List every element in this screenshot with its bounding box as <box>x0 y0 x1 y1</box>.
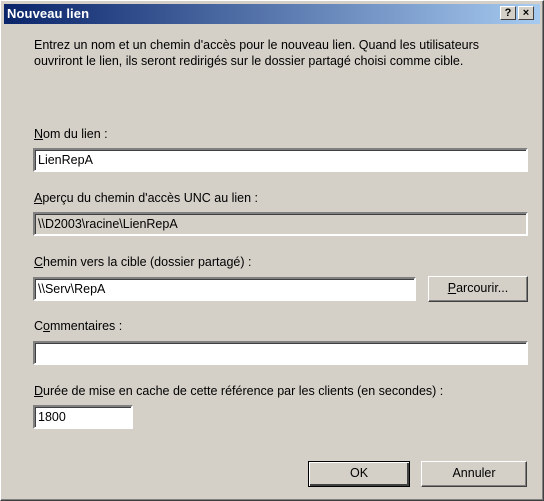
target-path-label-accel: C <box>34 255 44 269</box>
browse-button[interactable]: Parcourir... <box>428 276 528 302</box>
help-button[interactable]: ? <box>500 6 516 20</box>
link-name-label-accel: N <box>34 127 44 141</box>
unc-preview-label-text: perçu du chemin d'accès UNC au lien : <box>42 191 259 205</box>
unc-preview-label: Aperçu du chemin d'accès UNC au lien : <box>34 191 258 206</box>
cache-duration-label: Durée de mise en cache de cette référenc… <box>34 384 443 399</box>
cancel-button[interactable]: Annuler <box>421 461 527 487</box>
link-name-label-text: om du lien : <box>43 127 108 141</box>
cache-duration-label-text: urée de mise en cache de cette référence… <box>43 384 444 398</box>
comments-label-accel: o <box>43 319 50 333</box>
comments-input[interactable] <box>33 341 528 365</box>
new-link-dialog: Nouveau lien ? × Entrez un nom et un che… <box>0 0 544 501</box>
intro-text: Entrez un nom et un chemin d'accès pour … <box>34 38 480 68</box>
cache-duration-input[interactable]: 1800 <box>33 405 133 429</box>
unc-preview-field: \\D2003\racine\LienRepA <box>33 212 528 236</box>
browse-button-accel: P <box>447 281 457 295</box>
comments-label-text: mmentaires : <box>49 319 123 333</box>
link-name-input[interactable]: LienRepA <box>33 148 528 172</box>
close-icon[interactable]: × <box>518 6 534 20</box>
window-title: Nouveau lien <box>7 6 90 21</box>
comments-label: Commentaires : <box>34 319 122 334</box>
target-path-label: Chemin vers la cible (dossier partagé) : <box>34 255 251 270</box>
comments-label-pre: C <box>34 319 44 333</box>
link-name-label: Nom du lien : <box>34 127 108 142</box>
target-path-label-text: hemin vers la cible (dossier partagé) : <box>43 255 252 269</box>
target-path-input[interactable]: \\Serv\RepA <box>33 277 416 301</box>
ok-button[interactable]: OK <box>308 461 410 487</box>
cache-duration-label-accel: D <box>34 384 44 398</box>
title-bar[interactable]: Nouveau lien ? × <box>4 4 540 24</box>
browse-button-label: arcourir... <box>456 281 509 295</box>
